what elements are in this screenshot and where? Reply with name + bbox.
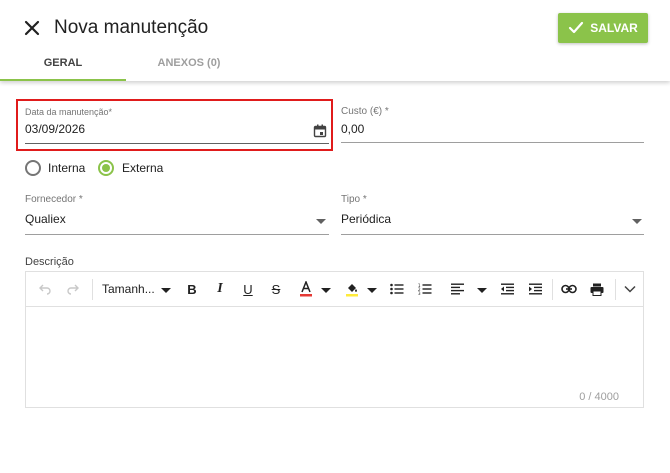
align-left-icon[interactable] <box>450 280 466 298</box>
numbered-list-icon[interactable]: 123 <box>417 280 433 298</box>
tab-bar: GERAL ANEXOS (0) <box>0 44 670 81</box>
editor-content-area[interactable] <box>26 308 643 407</box>
character-counter: 0 / 4000 <box>579 391 619 403</box>
close-icon[interactable] <box>22 18 42 38</box>
toolbar-separator <box>92 279 93 300</box>
radio-interna-label: Interna <box>48 161 86 175</box>
chevron-down-icon[interactable] <box>622 280 638 298</box>
kind-select[interactable]: Periódica <box>341 212 391 226</box>
bullet-list-icon[interactable] <box>389 280 405 298</box>
cost-underline <box>341 142 644 143</box>
save-button[interactable]: SALVAR <box>558 13 648 43</box>
date-underline <box>25 143 329 144</box>
editor-toolbar: Tamanh... B I U S 123 <box>26 272 643 307</box>
supplier-select[interactable]: Qualiex <box>25 212 66 226</box>
toolbar-separator <box>615 279 616 300</box>
underline-icon[interactable]: U <box>240 280 256 298</box>
chevron-down-icon[interactable] <box>477 288 487 293</box>
date-input[interactable]: 03/09/2026 <box>25 122 85 136</box>
supplier-underline <box>25 234 329 235</box>
radio-externa[interactable] <box>98 160 114 176</box>
bold-icon[interactable]: B <box>184 280 200 298</box>
indent-icon[interactable] <box>528 280 544 298</box>
radio-externa-label: Externa <box>122 161 164 175</box>
chevron-down-icon[interactable] <box>367 288 377 293</box>
chevron-down-icon[interactable] <box>161 288 171 293</box>
link-icon[interactable] <box>561 280 577 298</box>
print-icon[interactable] <box>589 280 605 298</box>
tab-anexos[interactable]: ANEXOS (0) <box>126 44 252 81</box>
font-color-icon[interactable] <box>298 280 314 298</box>
check-icon <box>569 21 584 34</box>
chevron-down-icon[interactable] <box>321 288 331 293</box>
highlight-color-icon[interactable] <box>344 280 360 298</box>
date-label: Data da manutenção* <box>25 107 113 117</box>
kind-label: Tipo * <box>341 194 367 205</box>
chevron-down-icon[interactable] <box>632 219 642 224</box>
redo-icon[interactable] <box>64 280 82 298</box>
cost-label: Custo (€) * <box>341 106 389 117</box>
italic-icon[interactable]: I <box>212 280 228 298</box>
chevron-down-icon[interactable] <box>316 219 326 224</box>
undo-icon[interactable] <box>36 280 54 298</box>
svg-text:3: 3 <box>418 291 421 295</box>
toolbar-separator <box>552 279 553 300</box>
kind-underline <box>341 234 644 235</box>
description-label: Descrição <box>25 256 74 268</box>
font-size-select[interactable]: Tamanh... <box>102 280 158 298</box>
strikethrough-icon[interactable]: S <box>268 280 284 298</box>
supplier-label: Fornecedor * <box>25 194 83 205</box>
save-button-label: SALVAR <box>590 21 638 35</box>
dialog-header: Nova manutenção SALVAR GERAL ANEXOS (0) <box>0 0 670 81</box>
radio-interna[interactable] <box>25 160 41 176</box>
calendar-icon[interactable] <box>313 124 327 138</box>
outdent-icon[interactable] <box>500 280 516 298</box>
cost-input[interactable]: 0,00 <box>341 122 364 136</box>
tab-geral[interactable]: GERAL <box>0 44 126 81</box>
dialog-title: Nova manutenção <box>54 17 209 38</box>
rich-text-editor: Tamanh... B I U S 123 0 / 4000 <box>25 271 644 408</box>
